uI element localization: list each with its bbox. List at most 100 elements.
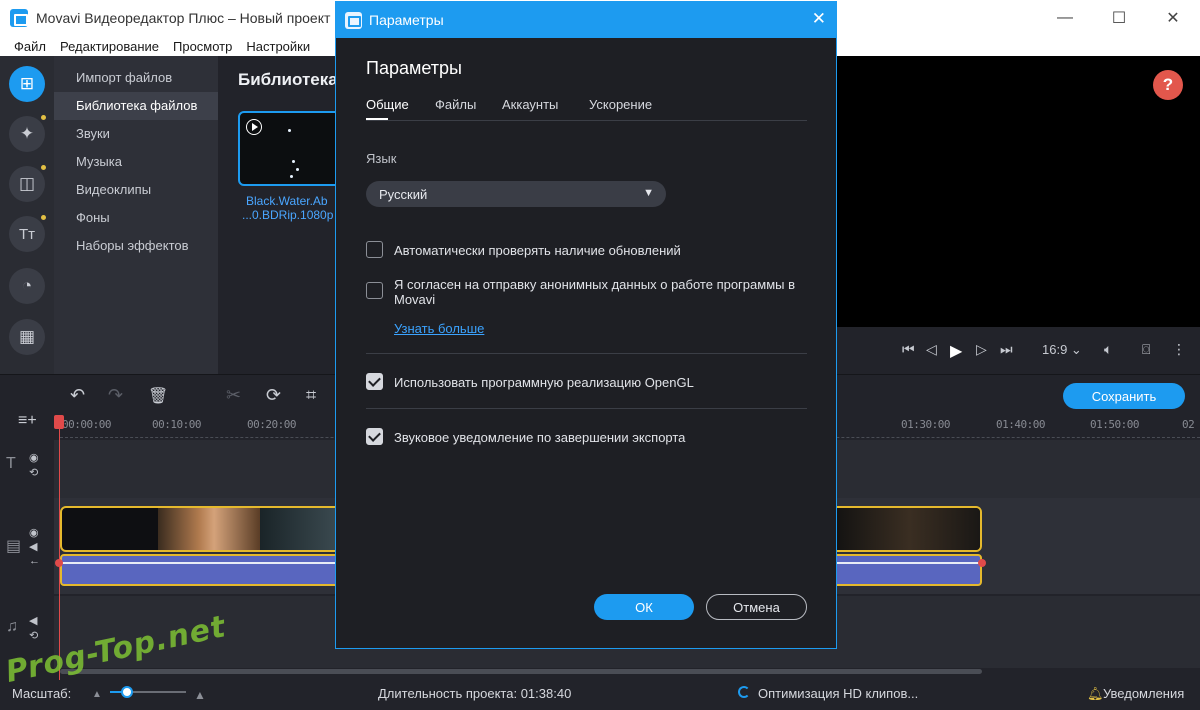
playhead-handle[interactable]	[54, 415, 64, 429]
add-track-icon[interactable]: ≡+	[18, 412, 37, 430]
project-duration: Длительность проекта: 01:38:40	[378, 686, 572, 701]
crop-icon[interactable]: ⌗	[306, 385, 316, 406]
tab-acceleration[interactable]: Ускорение	[589, 97, 652, 112]
timeline-scrollbar[interactable]	[60, 669, 982, 674]
tab-files[interactable]: Файлы	[435, 97, 476, 112]
new-badge-dot	[41, 165, 46, 170]
player-controls: ⏮ ◁ ▶ ▷ ⏭ 16:9 ⌄ 🔈︎ ⌼ ⋮	[836, 327, 1200, 374]
aspect-ratio-select[interactable]: 16:9 ⌄	[1042, 342, 1082, 358]
tab-general[interactable]: Общие	[366, 97, 409, 112]
visibility-icon[interactable]: ◉	[29, 451, 39, 464]
visibility-icon[interactable]: ◉	[29, 526, 39, 539]
light-spark	[288, 129, 291, 132]
clip-frame	[260, 508, 338, 550]
transitions-icon[interactable]: ◫	[9, 166, 45, 202]
active-tab-underline	[366, 118, 388, 120]
undo-icon[interactable]: ↶	[70, 385, 85, 406]
export-sound-checkbox[interactable]	[366, 428, 383, 445]
auto-update-label: Автоматически проверять наличие обновлен…	[394, 243, 681, 258]
dialog-tabs: Общие Файлы Аккаунты Ускорение	[366, 97, 807, 121]
play-button-icon[interactable]: ▶	[950, 341, 962, 361]
fade-out-handle[interactable]	[978, 559, 986, 567]
link-icon[interactable]: ⟲	[29, 466, 38, 479]
tools-rail: ⊞ ✦ ◫ Tт ◔ ▦	[0, 56, 54, 374]
cancel-button[interactable]: Отмена	[706, 594, 807, 620]
notifications-label[interactable]: Уведомления	[1103, 686, 1184, 701]
save-button[interactable]: Сохранить	[1063, 383, 1185, 409]
ruler-tick: 01:50:00	[1090, 418, 1139, 431]
music-icon: ♫	[6, 618, 18, 635]
snapshot-icon[interactable]: ⌼	[1142, 341, 1150, 358]
mute-icon[interactable]: ◀	[29, 540, 37, 553]
auto-update-checkbox[interactable]	[366, 241, 383, 258]
more-tools-icon[interactable]: ▦	[9, 319, 45, 355]
ruler-tick: 00:20:00	[247, 418, 296, 431]
link-icon[interactable]: ⟲	[29, 629, 38, 642]
media-caption: Black.Water.Ab ...0.BDRip.1080p	[242, 194, 333, 222]
window-title: Movavi Видеоредактор Плюс – Новый проект…	[36, 10, 343, 26]
import-icon[interactable]: ⊞	[9, 66, 45, 102]
link-icon[interactable]: ←	[29, 555, 40, 567]
rotate-icon[interactable]: ⟳	[266, 385, 281, 406]
minimize-button[interactable]: —	[1038, 0, 1092, 36]
cut-icon[interactable]: ✂	[226, 385, 241, 406]
bell-icon[interactable]: 🔔︎	[1087, 686, 1104, 702]
language-select-value: Русский	[379, 186, 428, 202]
mute-icon[interactable]: ◀	[29, 614, 37, 627]
ok-button[interactable]: ОК	[594, 594, 694, 620]
zoom-out-icon[interactable]: ▲	[92, 689, 102, 700]
magic-wand-icon[interactable]: ✦	[9, 116, 45, 152]
playhead[interactable]	[59, 428, 60, 680]
sidebar-item-videoclips[interactable]: Видеоклипы	[54, 176, 218, 204]
movavi-app-icon	[345, 11, 362, 29]
ruler-tick: 02	[1182, 418, 1195, 431]
software-opengl-checkbox[interactable]	[366, 373, 383, 390]
scale-label: Масштаб:	[12, 686, 72, 701]
ruler-tick: 01:40:00	[996, 418, 1045, 431]
help-button[interactable]: ?	[1153, 70, 1183, 100]
loading-spinner-icon	[738, 686, 750, 698]
learn-more-link[interactable]: Узнать больше	[394, 321, 484, 336]
redo-icon[interactable]: ↷	[108, 385, 123, 406]
titles-icon[interactable]: Tт	[9, 216, 45, 252]
sidebar-item-sounds[interactable]: Звуки	[54, 120, 218, 148]
menu-edit[interactable]: Редактирование	[60, 39, 159, 54]
zoom-in-icon[interactable]: ▲	[194, 688, 206, 702]
video-track-icon: ▤	[6, 538, 22, 555]
stickers-icon[interactable]: ◔	[9, 268, 45, 304]
clip-frame	[158, 508, 260, 550]
zoom-slider-handle[interactable]	[121, 686, 133, 698]
status-bar: Масштаб: ▲ ▲ Длительность проекта: 01:38…	[0, 680, 1200, 710]
go-to-start-icon[interactable]: ⏮	[902, 341, 915, 358]
light-spark	[290, 175, 293, 178]
previous-frame-icon[interactable]: ◁	[926, 341, 937, 358]
light-spark	[292, 160, 295, 163]
go-to-end-icon[interactable]: ⏭	[1000, 341, 1013, 358]
sidebar-item-import[interactable]: Импорт файлов	[54, 64, 218, 92]
menu-settings[interactable]: Настройки	[246, 39, 310, 54]
menu-view[interactable]: Просмотр	[173, 39, 232, 54]
delete-icon[interactable]: 🗑︎	[148, 386, 168, 406]
software-opengl-label: Использовать программную реализацию Open…	[394, 375, 694, 390]
more-options-icon[interactable]: ⋮	[1172, 341, 1186, 358]
tab-accounts[interactable]: Аккаунты	[502, 97, 558, 112]
anonymous-data-checkbox[interactable]	[366, 282, 383, 299]
sidebar-item-backgrounds[interactable]: Фоны	[54, 204, 218, 232]
sidebar-item-file-library[interactable]: Библиотека файлов	[54, 92, 218, 120]
preview-player[interactable]	[836, 56, 1200, 327]
play-icon[interactable]	[246, 119, 262, 135]
divider	[366, 353, 807, 354]
close-window-button[interactable]: ✕	[1146, 0, 1200, 36]
video-track-header: ▤ ◉ ◀ ←	[0, 498, 54, 594]
next-frame-icon[interactable]: ▷	[976, 341, 987, 358]
close-icon[interactable]: ✕	[812, 9, 826, 29]
maximize-button[interactable]: ☐	[1092, 0, 1146, 36]
volume-icon[interactable]: 🔈︎	[1104, 341, 1112, 358]
sidebar-item-effect-packs[interactable]: Наборы эффектов	[54, 232, 218, 260]
ruler-tick: 01:30:00	[901, 418, 950, 431]
menu-file[interactable]: Файл	[14, 39, 46, 54]
sidebar-item-music[interactable]: Музыка	[54, 148, 218, 176]
media-thumbnail[interactable]	[238, 111, 336, 186]
ruler-tick: 00:00:00	[62, 418, 111, 431]
language-select[interactable]: Русский ▼	[366, 181, 666, 207]
